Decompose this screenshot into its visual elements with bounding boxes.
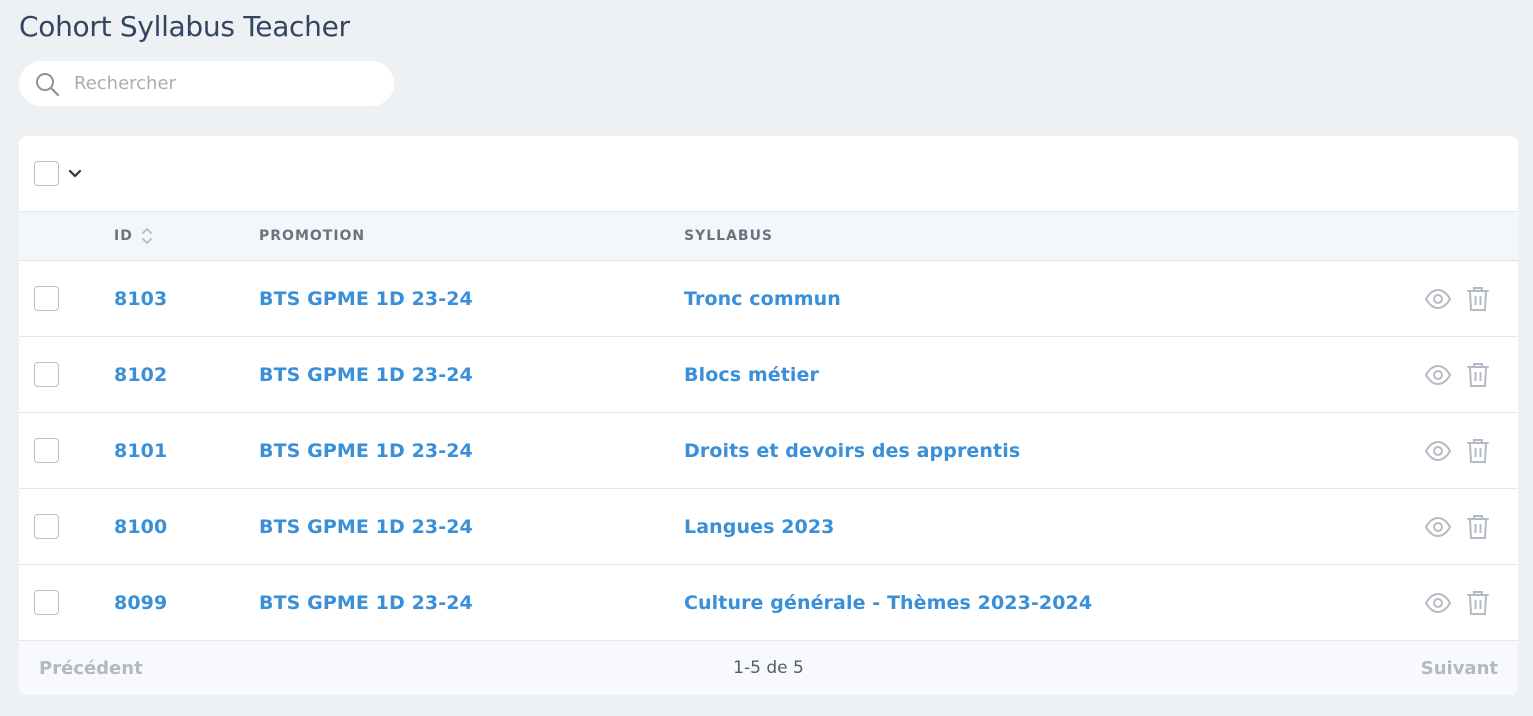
row-syllabus-link[interactable]: Langues 2023	[684, 489, 834, 564]
eye-icon[interactable]	[1424, 288, 1452, 310]
column-header-promotion: PROMOTION	[259, 228, 366, 244]
table-row: 8102 BTS GPME 1D 23-24 Blocs métier	[19, 337, 1518, 413]
sort-icon[interactable]	[141, 226, 153, 246]
eye-icon[interactable]	[1424, 592, 1452, 614]
row-promotion-link[interactable]: BTS GPME 1D 23-24	[259, 565, 473, 640]
row-actions	[1424, 413, 1490, 488]
row-id-link[interactable]: 8101	[114, 413, 167, 488]
previous-page-button[interactable]: Précédent	[39, 658, 143, 679]
column-header-id[interactable]: ID	[114, 212, 153, 260]
table-row: 8103 BTS GPME 1D 23-24 Tronc commun	[19, 261, 1518, 337]
trash-icon[interactable]	[1466, 590, 1490, 616]
table-row: 8100 BTS GPME 1D 23-24 Langues 2023	[19, 489, 1518, 565]
row-promotion-link[interactable]: BTS GPME 1D 23-24	[259, 413, 473, 488]
row-promotion-link[interactable]: BTS GPME 1D 23-24	[259, 337, 473, 412]
eye-icon[interactable]	[1424, 364, 1452, 386]
eye-icon[interactable]	[1424, 440, 1452, 462]
data-table-card: ID PROMOTION SYLLABUS 8103 BTS GPME 1D 2…	[19, 136, 1518, 695]
table-header: ID PROMOTION SYLLABUS	[19, 211, 1518, 261]
row-syllabus-link[interactable]: Culture générale - Thèmes 2023-2024	[684, 565, 1092, 640]
next-page-button[interactable]: Suivant	[1421, 658, 1498, 679]
row-checkbox[interactable]	[34, 514, 59, 539]
row-id-link[interactable]: 8099	[114, 565, 167, 640]
row-id-link[interactable]: 8100	[114, 489, 167, 564]
column-header-syllabus: SYLLABUS	[684, 228, 774, 244]
row-syllabus-link[interactable]: Blocs métier	[684, 337, 819, 412]
trash-icon[interactable]	[1466, 514, 1490, 540]
row-syllabus-link[interactable]: Tronc commun	[684, 261, 841, 336]
row-id-link[interactable]: 8102	[114, 337, 167, 412]
search-input[interactable]	[74, 73, 364, 94]
row-checkbox[interactable]	[34, 286, 59, 311]
chevron-down-icon[interactable]	[67, 166, 83, 182]
row-syllabus-link[interactable]: Droits et devoirs des apprentis	[684, 413, 1020, 488]
search-icon	[33, 70, 61, 98]
trash-icon[interactable]	[1466, 286, 1490, 312]
table-row: 8101 BTS GPME 1D 23-24 Droits et devoirs…	[19, 413, 1518, 489]
pagination-bar: Précédent 1-5 de 5 Suivant	[19, 641, 1518, 695]
row-checkbox[interactable]	[34, 590, 59, 615]
row-actions	[1424, 565, 1490, 640]
trash-icon[interactable]	[1466, 438, 1490, 464]
search-box[interactable]	[19, 61, 394, 106]
eye-icon[interactable]	[1424, 516, 1452, 538]
row-actions	[1424, 489, 1490, 564]
table-row: 8099 BTS GPME 1D 23-24 Culture générale …	[19, 565, 1518, 641]
select-all-checkbox[interactable]	[34, 161, 59, 186]
column-header-id-label: ID	[114, 228, 133, 244]
bulk-actions-bar	[19, 136, 1518, 211]
trash-icon[interactable]	[1466, 362, 1490, 388]
row-id-link[interactable]: 8103	[114, 261, 167, 336]
row-actions	[1424, 261, 1490, 336]
page-title: Cohort Syllabus Teacher	[19, 10, 350, 43]
row-checkbox[interactable]	[34, 362, 59, 387]
table-body: 8103 BTS GPME 1D 23-24 Tronc commun 8102…	[19, 261, 1518, 641]
pagination-info: 1-5 de 5	[733, 658, 804, 678]
row-checkbox[interactable]	[34, 438, 59, 463]
row-promotion-link[interactable]: BTS GPME 1D 23-24	[259, 489, 473, 564]
row-promotion-link[interactable]: BTS GPME 1D 23-24	[259, 261, 473, 336]
row-actions	[1424, 337, 1490, 412]
